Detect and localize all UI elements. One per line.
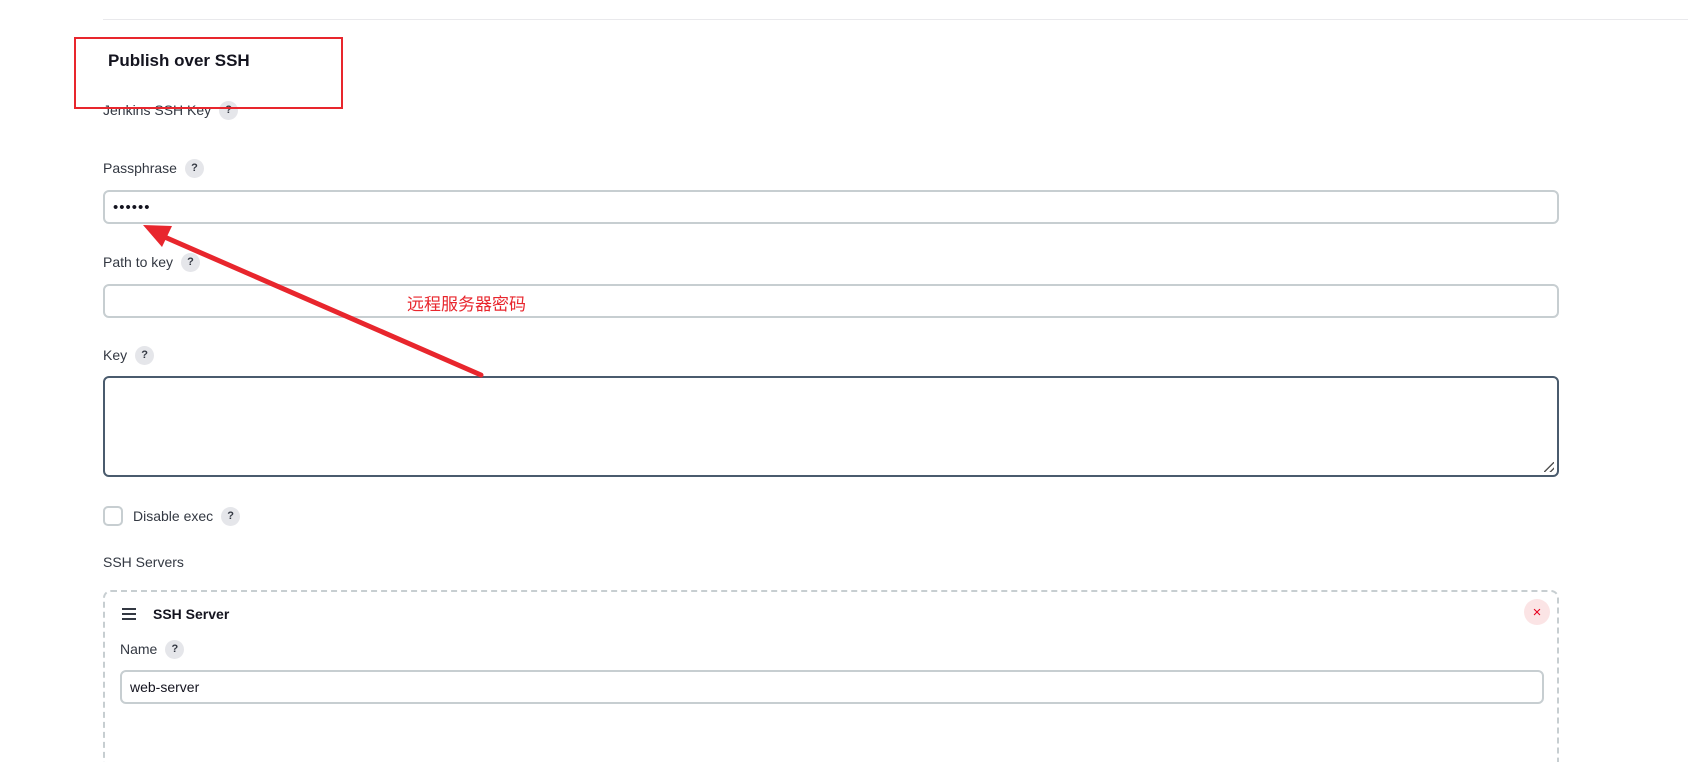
passphrase-value: ••••••	[113, 198, 151, 216]
passphrase-label-row: Passphrase ?	[103, 158, 204, 178]
key-textarea[interactable]	[103, 376, 1559, 477]
section-divider	[103, 19, 1688, 20]
annotation-text: 远程服务器密码	[407, 295, 526, 315]
publish-over-ssh-config-page: Publish over SSH Jenkins SSH Key ? Passp…	[0, 0, 1688, 762]
disable-exec-label[interactable]: Disable exec	[133, 508, 213, 524]
help-icon[interactable]: ?	[181, 252, 201, 272]
annotation-highlight-box	[74, 37, 343, 109]
server-name-label: Name	[120, 641, 158, 657]
passphrase-input[interactable]: ••••••	[103, 190, 1559, 224]
server-name-label-row: Name ?	[120, 639, 185, 659]
disable-exec-checkbox[interactable]	[103, 506, 123, 526]
ssh-servers-label: SSH Servers	[103, 554, 184, 570]
help-icon[interactable]: ?	[135, 345, 155, 365]
key-label-row: Key ?	[103, 345, 155, 365]
ssh-server-card: SSH Server × Name ? web-server	[103, 590, 1559, 762]
path-to-key-label: Path to key	[103, 254, 174, 270]
resize-grip-icon[interactable]	[1544, 462, 1554, 472]
drag-handle-icon[interactable]	[122, 608, 136, 620]
server-name-input[interactable]: web-server	[120, 670, 1544, 704]
passphrase-label: Passphrase	[103, 160, 177, 176]
disable-exec-label-row: Disable exec ?	[133, 506, 241, 526]
help-icon[interactable]: ?	[221, 506, 241, 526]
delete-server-button[interactable]: ×	[1524, 599, 1550, 625]
ssh-server-title: SSH Server	[153, 606, 230, 622]
path-to-key-input[interactable]	[103, 284, 1559, 318]
help-icon[interactable]: ?	[165, 639, 185, 659]
help-icon[interactable]: ?	[184, 158, 204, 178]
path-to-key-label-row: Path to key ?	[103, 252, 201, 272]
key-label: Key	[103, 347, 128, 363]
server-name-value: web-server	[130, 679, 200, 695]
